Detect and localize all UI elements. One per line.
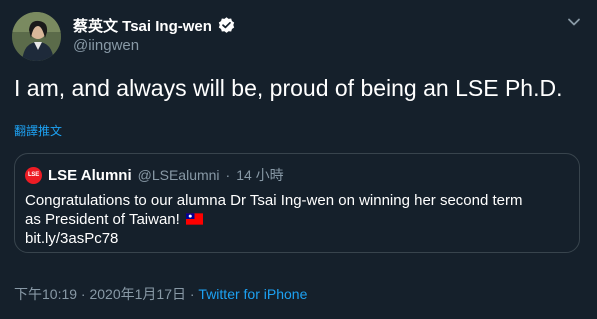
quoted-author-name: LSE Alumni (48, 166, 132, 184)
lse-logo-text: LSE (27, 172, 40, 178)
quoted-tweet-body: Congratulations to our alumna Dr Tsai In… (25, 191, 571, 248)
quoted-tweet-card[interactable]: LSE LSE Alumni @LSEalumni · 14 小時 Congra… (14, 153, 580, 253)
verified-badge-icon (218, 17, 235, 33)
author-name-row: 蔡英文 Tsai Ing-wen (73, 15, 236, 36)
avatar[interactable] (12, 12, 61, 61)
tweet-footer: 下午10:19 · 2020年1月17日 · Twitter for iPhon… (14, 284, 307, 304)
quoted-text-line-1: Congratulations to our alumna Dr Tsai In… (25, 192, 523, 209)
quoted-tweet-header: LSE LSE Alumni @LSEalumni · 14 小時 (25, 165, 284, 185)
chevron-down-icon[interactable] (566, 14, 582, 30)
quoted-link[interactable]: bit.ly/3asPc78 (25, 229, 571, 248)
lse-logo-icon: LSE (25, 166, 42, 184)
quoted-time: 14 小時 (236, 167, 284, 183)
quoted-separator: · (225, 167, 231, 183)
tweet-source-link[interactable]: Twitter for iPhone (198, 286, 307, 302)
translate-tweet-link[interactable]: 翻譯推文 (14, 122, 62, 139)
quoted-author-handle: @LSEalumni (137, 167, 220, 183)
quoted-text-line-2: as President of Taiwan! (25, 211, 180, 228)
author-display-name[interactable]: 蔡英文 Tsai Ing-wen (73, 15, 212, 36)
tweet-text: I am, and always will be, proud of being… (14, 75, 563, 101)
author-handle[interactable]: @iingwen (73, 37, 139, 54)
tweet: 蔡英文 Tsai Ing-wen @iingwen I am, and alwa… (0, 0, 597, 319)
tweet-timestamp[interactable]: 下午10:19 · 2020年1月17日 · (14, 286, 198, 302)
taiwan-flag-icon (185, 213, 203, 225)
quoted-text-line-2-row: as President of Taiwan! (25, 210, 571, 229)
avatar-photo (12, 12, 61, 61)
